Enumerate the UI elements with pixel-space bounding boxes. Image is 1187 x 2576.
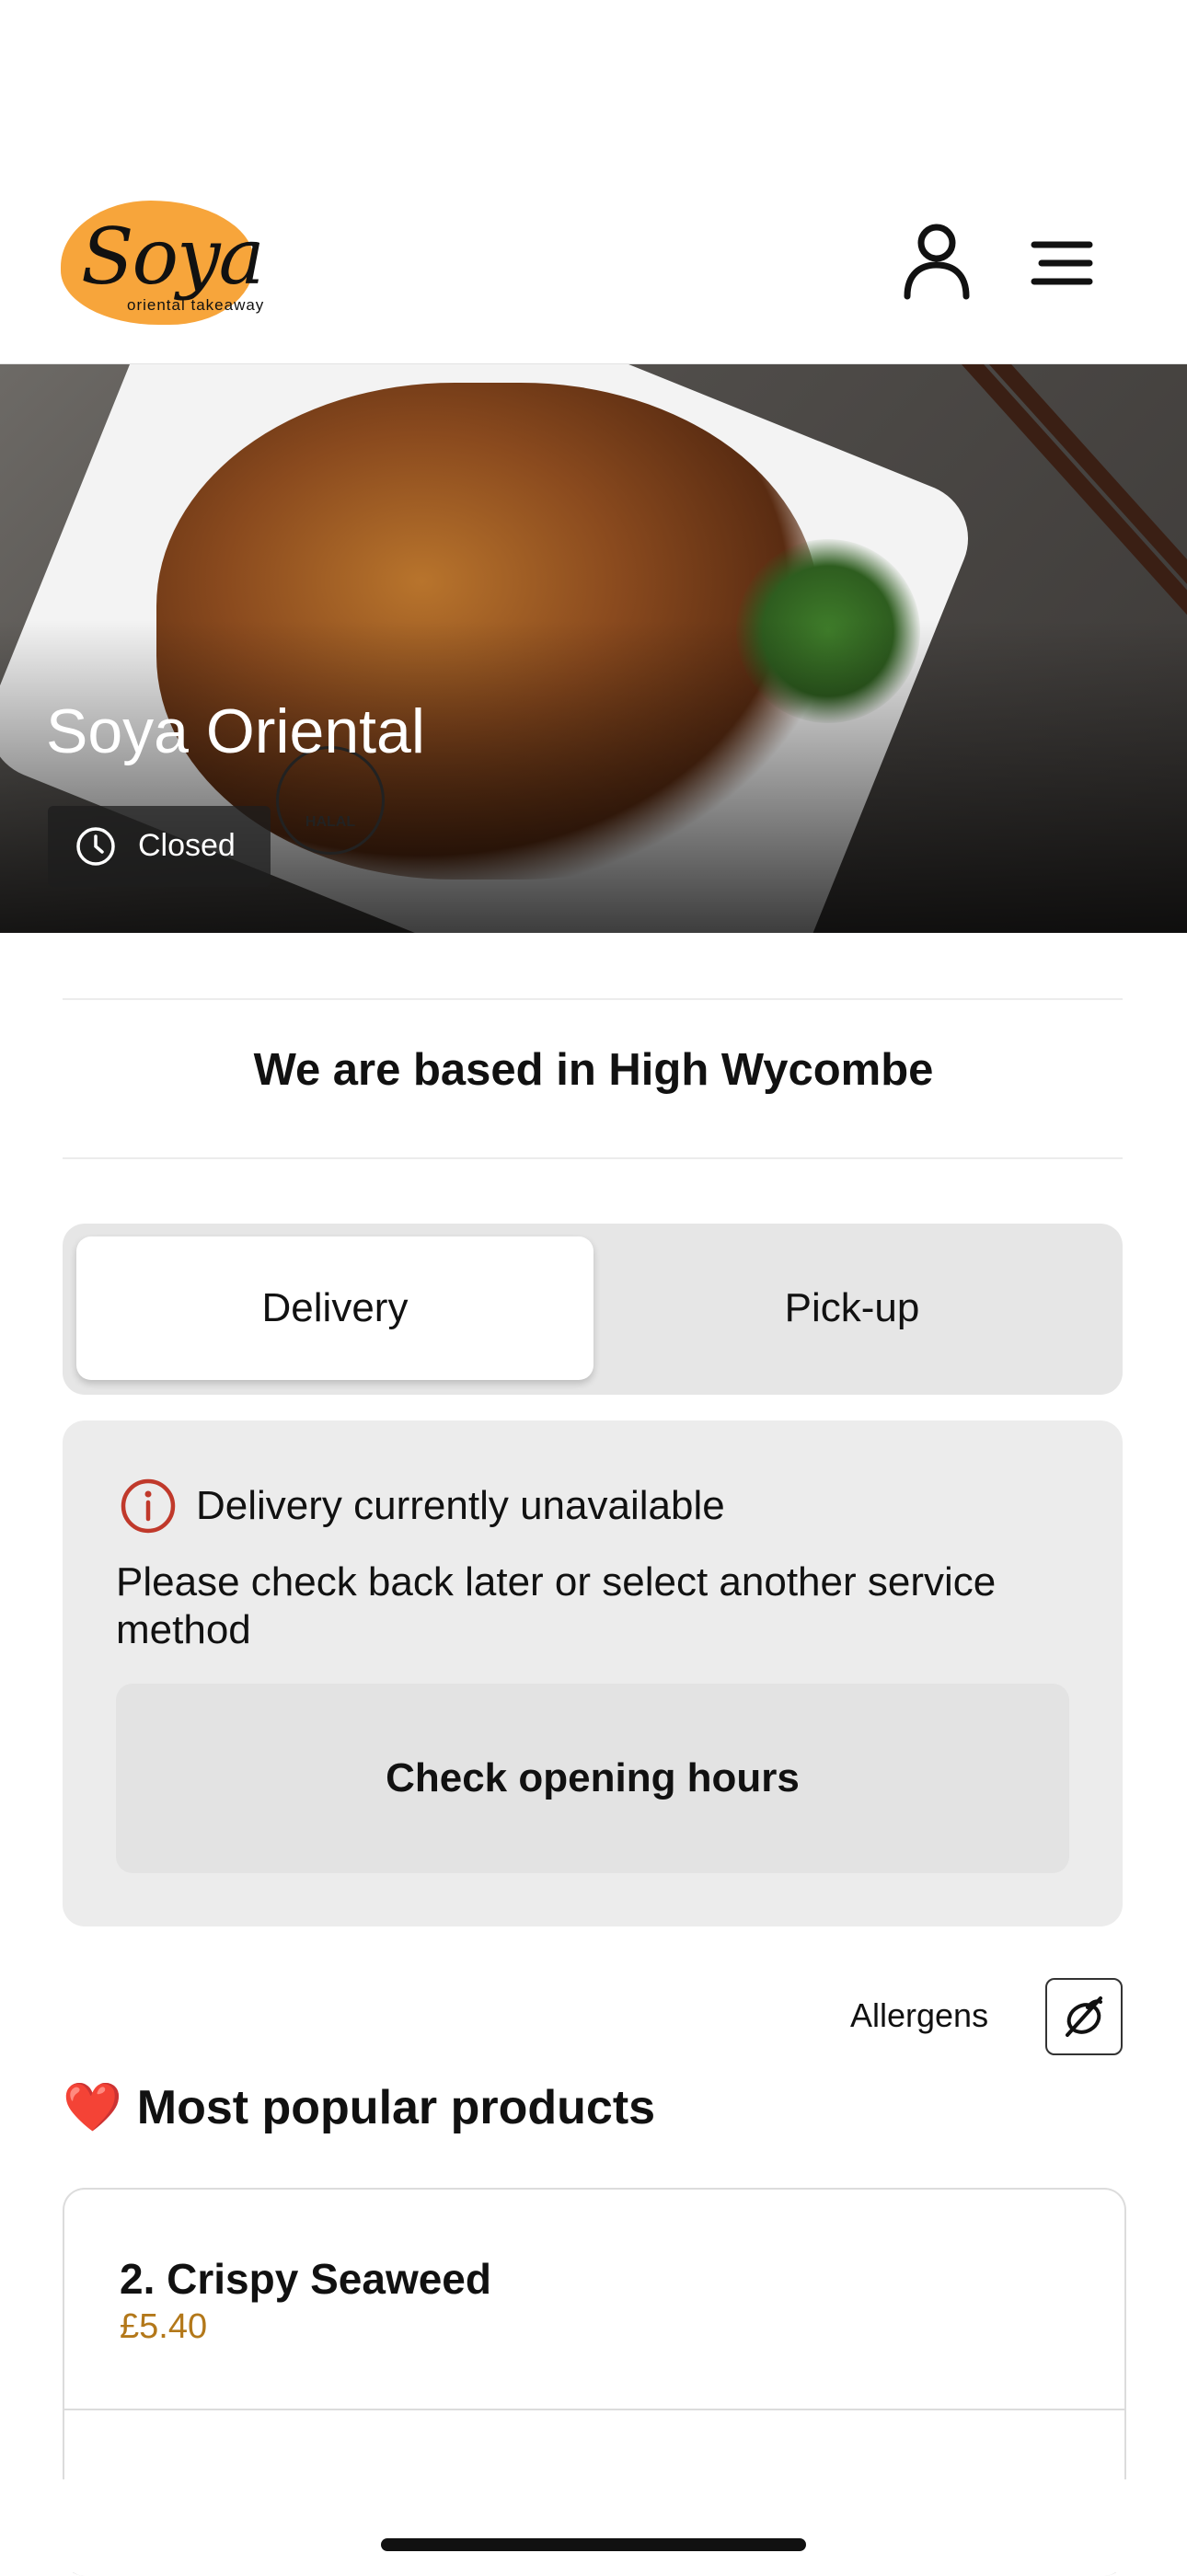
heart-icon: ❤️	[63, 2081, 122, 2134]
allergen-icon	[1066, 1996, 1102, 2037]
status-badge: Closed	[48, 806, 271, 887]
brand-logo[interactable]: Soya oriental takeaway	[61, 193, 291, 331]
restaurant-name: Soya Oriental	[46, 696, 425, 766]
popular-title-text: Most popular products	[136, 2081, 656, 2134]
delivery-tab[interactable]: Delivery	[76, 1236, 594, 1380]
delivery-unavailable-notice: Delivery currently unavailable Please ch…	[63, 1420, 1123, 1926]
card-divider	[64, 2409, 1124, 2410]
info-icon	[121, 1478, 176, 1534]
pickup-tab[interactable]: Pick-up	[594, 1236, 1111, 1380]
notice-title: Delivery currently unavailable	[196, 1483, 725, 1528]
clock-icon	[76, 827, 115, 866]
popular-section-title: ❤️ Most popular products	[63, 2079, 655, 2135]
bottom-safe-area	[0, 2479, 1187, 2572]
divider	[63, 1157, 1123, 1159]
location-text: We are based in High Wycombe	[253, 1045, 934, 1095]
status-text: Closed	[138, 828, 236, 863]
allergens-button[interactable]	[1045, 1978, 1123, 2055]
divider	[63, 998, 1123, 1000]
logo-text: Soya	[81, 212, 265, 302]
hero-banner: HALAL Soya Oriental Closed	[0, 364, 1187, 933]
check-opening-hours-button[interactable]: Check opening hours	[116, 1684, 1069, 1873]
user-icon[interactable]	[900, 223, 974, 300]
product-price: £5.40	[120, 2307, 208, 2346]
home-indicator[interactable]	[381, 2538, 806, 2551]
service-toggle: Delivery Pick-up	[63, 1224, 1123, 1395]
hamburger-menu-icon[interactable]	[1029, 237, 1095, 289]
app-header: Soya oriental takeaway	[0, 0, 1187, 365]
logo-subtitle: oriental takeaway	[127, 296, 265, 314]
allergens-label: Allergens	[850, 1996, 989, 2034]
product-name: 2. Crispy Seaweed	[120, 2255, 491, 2303]
notice-body: Please check back later or select anothe…	[116, 1559, 997, 1652]
